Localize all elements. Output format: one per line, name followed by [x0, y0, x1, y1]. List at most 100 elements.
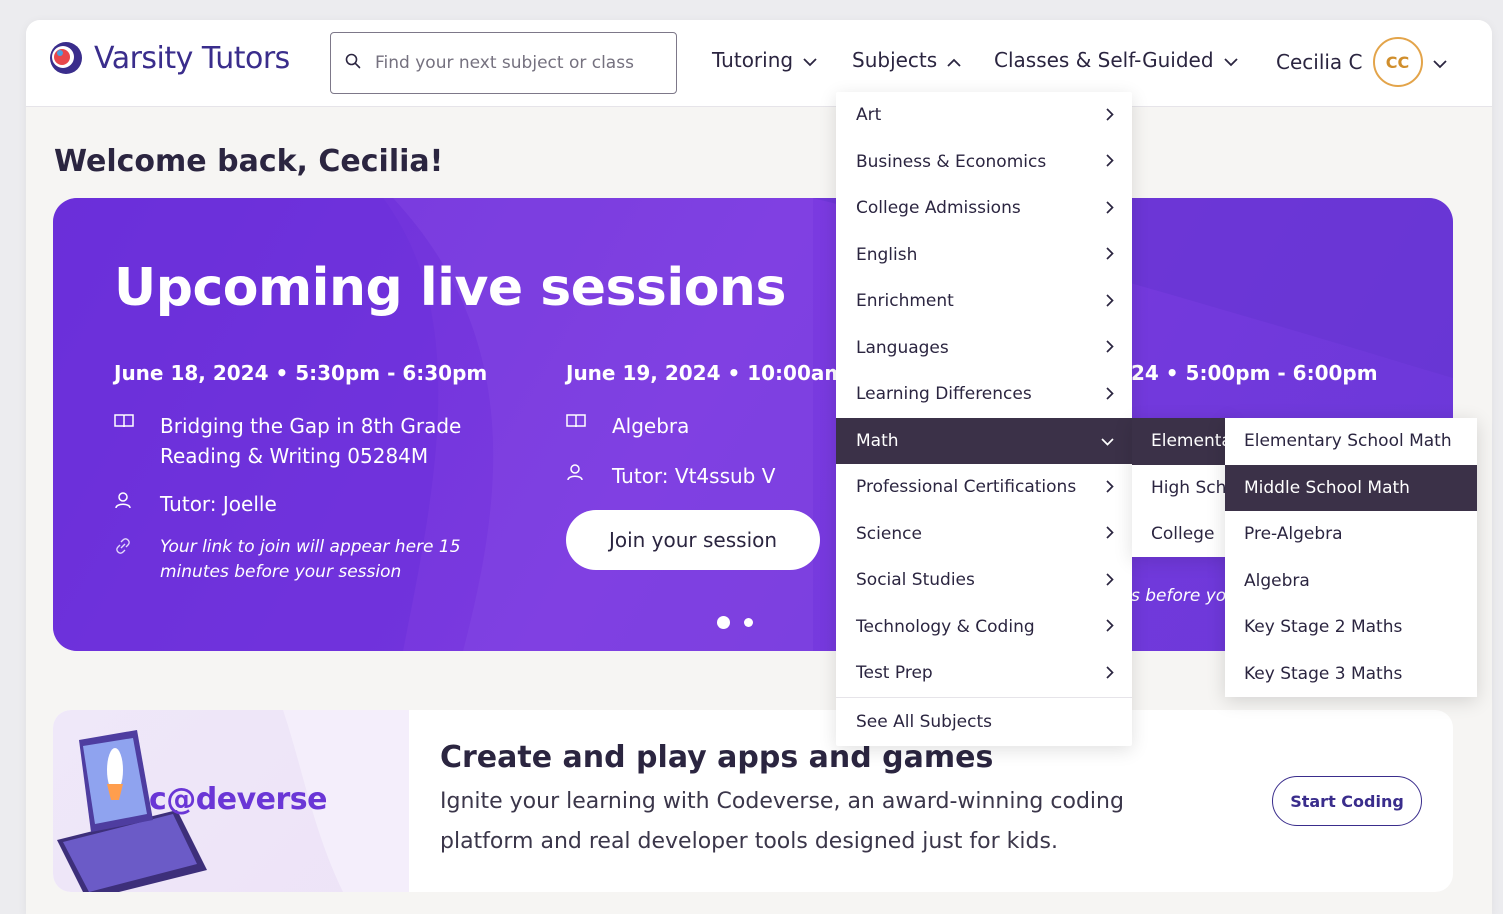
- chevron-down-icon: [803, 48, 817, 72]
- chevron-right-icon: [1106, 106, 1114, 125]
- welcome-heading: Welcome back, Cecilia!: [54, 144, 444, 179]
- book-icon: [566, 413, 590, 433]
- hero-title: Upcoming live sessions: [114, 258, 786, 318]
- session-join-note: Your link to join will appear here 15 mi…: [160, 537, 461, 582]
- chevron-down-icon: [1101, 431, 1114, 450]
- nav-subjects[interactable]: Subjects: [852, 48, 961, 72]
- subjects-menu-item-label: Professional Certifications: [856, 477, 1077, 498]
- subjects-menu-item-learning-differences[interactable]: Learning Differences: [836, 371, 1132, 418]
- chevron-right-icon: [1106, 292, 1114, 311]
- chevron-down-icon: [1223, 48, 1238, 72]
- user-icon: [566, 463, 590, 485]
- nav-tutoring[interactable]: Tutoring: [712, 48, 817, 72]
- varsity-tutors-logo[interactable]: Varsity Tutors: [48, 40, 290, 76]
- user-name: Cecilia C: [1276, 50, 1363, 74]
- math-submenu-item-elementary[interactable]: Elementary: [1132, 418, 1232, 465]
- subjects-menu-item-label: College Admissions: [856, 198, 1021, 219]
- nav-tutoring-label: Tutoring: [712, 48, 794, 72]
- subjects-menu-item-label: Math: [856, 430, 899, 451]
- codeverse-illustration: c@deverse: [53, 710, 409, 892]
- codeverse-promo-card: c@deverse Create and play apps and games…: [53, 710, 1453, 892]
- submenu-item-elementary-school-math[interactable]: Elementary School Math: [1225, 418, 1477, 465]
- chevron-right-icon: [1106, 478, 1114, 497]
- user-icon: [114, 491, 138, 513]
- subjects-menu-item-math[interactable]: Math: [836, 417, 1132, 464]
- carousel-dot-active[interactable]: [717, 616, 730, 629]
- top-navigation-bar: Varsity Tutors Tutoring Subjects: [26, 20, 1492, 107]
- submenu-item-algebra[interactable]: Algebra: [1225, 558, 1477, 605]
- math-submenu: Elementary High School College: [1132, 418, 1232, 557]
- session-join-note: s before yo: [1131, 586, 1227, 606]
- session-date: June 18, 2024 • 5:30pm - 6:30pm: [114, 361, 488, 385]
- promo-description: Ignite your learning with Codeverse, an …: [440, 789, 1124, 854]
- session-class-name: Algebra: [612, 414, 690, 438]
- session-card-2: June 19, 2024 • 10:00am - 1 Algebra Tuto…: [566, 361, 882, 491]
- link-icon: [114, 537, 138, 559]
- chevron-right-icon: [1106, 385, 1114, 404]
- submenu-item-key-stage-3-maths[interactable]: Key Stage 3 Maths: [1225, 651, 1477, 698]
- subjects-menu-item-test-prep[interactable]: Test Prep: [836, 650, 1132, 697]
- nav-classes[interactable]: Classes & Self-Guided: [994, 48, 1238, 72]
- subjects-menu-item-enrichment[interactable]: Enrichment: [836, 278, 1132, 325]
- session-tutor: Tutor: Vt4ssub V: [612, 464, 776, 488]
- logo-icon: [48, 40, 84, 76]
- carousel-dot[interactable]: [744, 618, 753, 627]
- chevron-right-icon: [1106, 199, 1114, 218]
- subjects-menu-item-science[interactable]: Science: [836, 511, 1132, 558]
- session-date: June 19, 2024 • 10:00am - 1: [566, 361, 882, 385]
- nav-classes-label: Classes & Self-Guided: [994, 48, 1214, 72]
- chevron-right-icon: [1106, 524, 1114, 543]
- see-all-subjects-link[interactable]: See All Subjects: [836, 697, 1132, 746]
- subjects-menu-item-label: Learning Differences: [856, 384, 1032, 405]
- subjects-menu-item-business-economics[interactable]: Business & Economics: [836, 139, 1132, 186]
- chevron-down-icon: [1432, 50, 1447, 74]
- subjects-menu-item-label: Business & Economics: [856, 151, 1047, 172]
- book-icon: [114, 413, 138, 433]
- nav-subjects-label: Subjects: [852, 48, 938, 72]
- chevron-right-icon: [1106, 571, 1114, 590]
- subjects-menu-item-label: Languages: [856, 337, 949, 358]
- subjects-menu-item-label: Science: [856, 523, 922, 544]
- session-tutor: Tutor: Joelle: [160, 492, 277, 516]
- subjects-menu-item-technology-coding[interactable]: Technology & Coding: [836, 604, 1132, 651]
- start-coding-button[interactable]: Start Coding: [1272, 776, 1422, 826]
- carousel-dots: [717, 616, 753, 629]
- session-class-name: Bridging the Gap in 8th Grade Reading & …: [160, 414, 462, 468]
- subjects-menu-item-label: Test Prep: [856, 663, 933, 684]
- search-input[interactable]: [375, 53, 655, 73]
- subjects-menu-item-social-studies[interactable]: Social Studies: [836, 557, 1132, 604]
- subjects-menu-item-label: Technology & Coding: [856, 616, 1035, 637]
- user-menu[interactable]: Cecilia C CC: [1276, 37, 1447, 87]
- session-card-1: June 18, 2024 • 5:30pm - 6:30pm Bridging…: [114, 361, 514, 585]
- chevron-right-icon: [1106, 338, 1114, 357]
- logo-text: Varsity Tutors: [94, 40, 290, 76]
- submenu-item-key-stage-2-maths[interactable]: Key Stage 2 Maths: [1225, 604, 1477, 651]
- chevron-right-icon: [1106, 245, 1114, 264]
- submenu-item-pre-algebra[interactable]: Pre-Algebra: [1225, 511, 1477, 558]
- session-date: 24 • 5:00pm - 6:00pm: [1131, 361, 1378, 385]
- chevron-right-icon: [1106, 152, 1114, 171]
- math-submenu-item-college[interactable]: College: [1132, 511, 1232, 557]
- subjects-menu-item-label: Art: [856, 105, 882, 126]
- chevron-up-icon: [947, 48, 961, 72]
- subjects-dropdown-menu: Art Business & Economics College Admission…: [836, 92, 1132, 746]
- subjects-menu-item-college-admissions[interactable]: College Admissions: [836, 185, 1132, 232]
- subjects-menu-item-label: Social Studies: [856, 570, 975, 591]
- search-icon: [345, 53, 361, 73]
- avatar: CC: [1372, 37, 1423, 87]
- join-session-button[interactable]: Join your session: [566, 510, 820, 570]
- submenu-item-middle-school-math[interactable]: Middle School Math: [1225, 464, 1477, 511]
- subjects-menu-item-languages[interactable]: Languages: [836, 325, 1132, 372]
- codeverse-logo: c@deverse: [149, 782, 328, 817]
- session-card-3: 24 • 5:00pm - 6:00pm: [1131, 361, 1451, 385]
- subjects-menu-item-art[interactable]: Art: [836, 92, 1132, 139]
- math-submenu-item-high-school[interactable]: High School: [1132, 465, 1232, 512]
- chevron-right-icon: [1106, 664, 1114, 683]
- subjects-menu-item-label: English: [856, 244, 918, 265]
- subjects-menu-item-professional-certifications[interactable]: Professional Certifications: [836, 464, 1132, 511]
- elementary-math-submenu: Elementary School Math Middle School Mat…: [1225, 418, 1477, 697]
- search-box[interactable]: [330, 32, 677, 94]
- subjects-menu-item-label: Enrichment: [856, 291, 954, 312]
- chevron-right-icon: [1106, 617, 1114, 636]
- subjects-menu-item-english[interactable]: English: [836, 232, 1132, 279]
